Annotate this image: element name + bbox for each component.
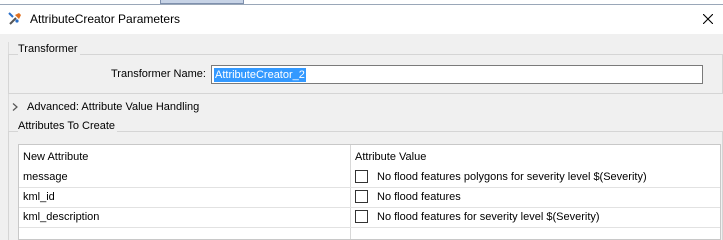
attribute-value-cell[interactable]: No flood features polygons for severity … — [377, 171, 647, 183]
close-icon — [703, 14, 713, 24]
attribute-name-cell[interactable]: kml_description — [23, 211, 99, 223]
table-row[interactable]: message No flood features polygons for s… — [19, 168, 720, 188]
attributes-section-label: Attributes To Create — [18, 120, 118, 132]
table-row-empty[interactable] — [19, 228, 720, 239]
table-row[interactable]: kml_description No flood features for se… — [19, 208, 720, 228]
table-header-row: New Attribute Attribute Value — [19, 148, 720, 168]
close-button[interactable] — [693, 5, 723, 34]
attribute-name-cell[interactable]: kml_id — [23, 191, 55, 203]
transformer-name-label: Transformer Name: — [111, 68, 206, 80]
advanced-section-toggle[interactable]: Advanced: Attribute Value Handling — [27, 101, 199, 113]
chevron-right-icon[interactable] — [11, 102, 19, 111]
checkbox-icon[interactable] — [355, 190, 368, 203]
dialog-body: Transformer Transformer Name: AttributeC… — [0, 34, 723, 240]
attribute-value-cell[interactable]: No flood features — [377, 191, 461, 203]
transformer-name-input[interactable]: AttributeCreator_2 — [211, 65, 703, 84]
dialog-window: AttributeCreator Parameters Transformer … — [0, 0, 723, 240]
checkbox-icon[interactable] — [355, 210, 368, 223]
attribute-value-cell[interactable]: No flood features for severity level $(S… — [377, 211, 600, 223]
checkbox-icon[interactable] — [355, 170, 368, 183]
table-row[interactable]: kml_id No flood features — [19, 188, 720, 208]
column-header-attribute-value[interactable]: Attribute Value — [355, 151, 426, 163]
title-bar[interactable]: AttributeCreator Parameters — [0, 4, 723, 34]
transformer-wrench-icon — [8, 12, 22, 26]
dialog-title: AttributeCreator Parameters — [30, 12, 181, 26]
attribute-name-cell[interactable]: message — [23, 171, 68, 183]
transformer-name-value: AttributeCreator_2 — [214, 67, 306, 82]
column-header-new-attribute[interactable]: New Attribute — [23, 151, 88, 163]
transformer-section-label: Transformer — [18, 43, 80, 55]
attributes-table: New Attribute Attribute Value message No… — [18, 144, 721, 240]
